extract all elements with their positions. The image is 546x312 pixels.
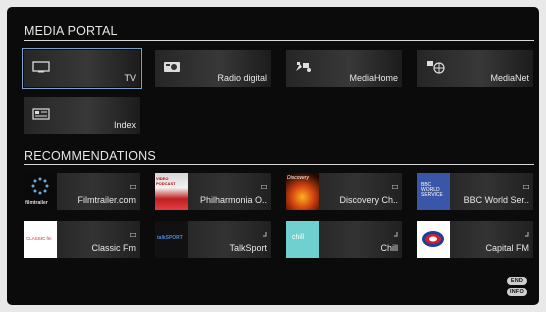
medianet-icon	[425, 60, 447, 79]
rec-label: TalkSport	[229, 243, 267, 253]
tile-label: Radio digital	[217, 73, 267, 83]
audio-type-icon	[262, 224, 267, 242]
rec-label: Philharmonia O..	[199, 195, 267, 205]
capital-fm-thumbnail	[417, 221, 450, 258]
video-type-icon	[129, 224, 137, 242]
tile-mediahome[interactable]: MediaHome	[286, 50, 402, 87]
rec-filmtrailer[interactable]: filmtrailer Filmtrailer.com	[24, 173, 140, 210]
tile-index[interactable]: Index	[24, 97, 140, 134]
tile-tv[interactable]: TV	[22, 48, 142, 89]
philharmonia-thumbnail: VIDEO PODCAST	[155, 173, 188, 210]
end-button-hint[interactable]: END	[507, 277, 527, 285]
thumb-text: chill	[292, 234, 305, 241]
bbc-world-service-thumbnail: BBC WORLD SERVICE	[417, 173, 450, 210]
talksport-thumbnail: talkSPORT	[155, 221, 188, 258]
radio-icon	[163, 60, 181, 78]
audio-type-icon	[524, 224, 529, 242]
info-button-hint[interactable]: INFO	[507, 288, 527, 296]
media-portal-screen: MEDIA PORTAL TV Radio digital MediaHome …	[7, 7, 539, 305]
mediahome-icon	[294, 60, 314, 78]
tv-icon	[32, 60, 50, 78]
tile-label: MediaNet	[490, 73, 529, 83]
video-type-icon	[260, 176, 268, 194]
audio-type-icon	[393, 224, 398, 242]
rec-label: Chill	[380, 243, 398, 253]
rec-label: Filmtrailer.com	[77, 195, 136, 205]
chill-thumbnail: chill	[286, 221, 319, 258]
tile-radio-digital[interactable]: Radio digital	[155, 50, 271, 87]
rec-classic-fm[interactable]: CLASSIC fm Classic Fm	[24, 221, 140, 258]
tile-label: TV	[124, 73, 136, 83]
rec-bbc-world-service[interactable]: BBC WORLD SERVICE BBC World Ser..	[417, 173, 533, 210]
rec-capital-fm[interactable]: Capital FM	[417, 221, 533, 258]
rec-philharmonia[interactable]: VIDEO PODCAST Philharmonia O..	[155, 173, 271, 210]
rec-label: BBC World Ser..	[463, 195, 529, 205]
section-divider	[24, 40, 534, 41]
media-portal-title: MEDIA PORTAL	[24, 24, 118, 38]
tile-medianet[interactable]: MediaNet	[417, 50, 533, 87]
rec-label: Capital FM	[485, 243, 529, 253]
tile-label: Index	[113, 120, 136, 130]
thumb-text: filmtrailer	[25, 200, 48, 206]
thumb-text: CLASSIC fm	[26, 236, 52, 241]
video-type-icon	[522, 176, 530, 194]
rec-label: Discovery Ch..	[339, 195, 398, 205]
filmtrailer-thumbnail: filmtrailer	[24, 173, 57, 210]
thumb-text: BBC WORLD SERVICE	[421, 182, 443, 198]
thumb-text: talkSPORT	[157, 235, 183, 241]
discovery-thumbnail: Discovery	[286, 173, 319, 210]
recommendations-title: RECOMMENDATIONS	[24, 149, 156, 163]
rec-discovery[interactable]: Discovery Discovery Ch..	[286, 173, 402, 210]
index-icon	[32, 107, 50, 125]
tile-label: MediaHome	[349, 73, 398, 83]
video-type-icon	[391, 176, 399, 194]
capital-fm-logo-icon	[422, 231, 444, 247]
section-divider	[24, 164, 534, 165]
rec-label: Classic Fm	[91, 243, 137, 253]
rec-talksport[interactable]: talkSPORT TalkSport	[155, 221, 271, 258]
rec-chill[interactable]: chill Chill	[286, 221, 402, 258]
thumb-text: Discovery	[287, 175, 309, 181]
video-type-icon	[129, 176, 137, 194]
thumb-text: VIDEO PODCAST	[156, 176, 176, 186]
classic-fm-thumbnail: CLASSIC fm	[24, 221, 57, 258]
